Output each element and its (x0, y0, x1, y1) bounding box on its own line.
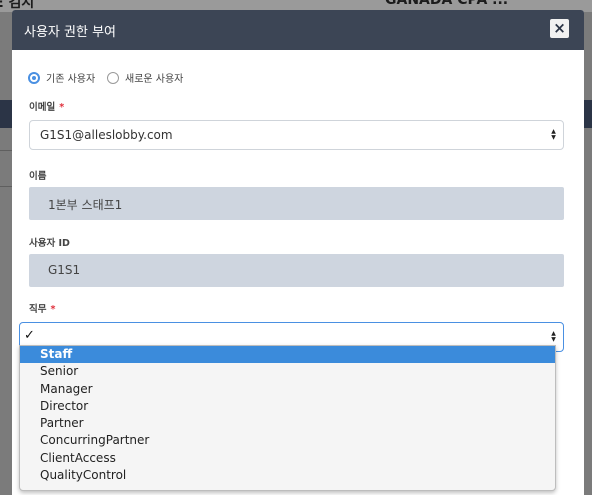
select-arrows-icon: ▲ ▼ (551, 330, 556, 343)
name-value: 1본부 스태프1 (48, 198, 123, 212)
email-label: 이메일 * (29, 99, 64, 113)
email-select[interactable]: G1S1@alleslobby.com ▲ ▼ (29, 120, 564, 150)
role-option-director[interactable]: Director (20, 398, 555, 415)
role-label: 직무 * (29, 301, 55, 315)
role-label-text: 직무 (29, 304, 47, 315)
name-label: 이름 (29, 171, 47, 182)
close-button[interactable]: × (550, 19, 569, 38)
role-option-staff[interactable]: Staff (20, 346, 555, 364)
background-heading-right: GANADA CPA ... (385, 0, 509, 8)
email-select-value: G1S1@alleslobby.com (40, 128, 173, 142)
email-label-text: 이메일 (29, 102, 56, 113)
radio-unselected-icon (107, 71, 119, 84)
radio-new-user[interactable]: 새로운 사용자 (107, 70, 183, 85)
role-option-partner[interactable]: Partner (20, 415, 555, 432)
modal-title: 사용자 권한 부여 (24, 25, 116, 40)
background-table-header-right (583, 100, 592, 128)
role-dropdown-list: Staff Senior Manager Director Partner Co… (19, 345, 556, 492)
role-option-concurring-partner[interactable]: ConcurringPartner (20, 432, 555, 449)
user-id-value: G1S1 (48, 263, 81, 277)
user-id-field: G1S1 (29, 254, 564, 287)
required-mark: * (50, 304, 56, 315)
select-arrows-icon: ▲ ▼ (551, 128, 556, 141)
radio-existing-user[interactable]: 기존 사용자 (28, 70, 95, 85)
name-field: 1본부 스태프1 (29, 187, 564, 220)
radio-existing-user-label: 기존 사용자 (46, 74, 96, 85)
modal-header: 사용자 권한 부여 × (12, 10, 584, 50)
role-option-senior[interactable]: Senior (20, 363, 555, 380)
radio-selected-icon (28, 71, 40, 84)
close-icon: × (553, 19, 566, 37)
role-option-client-access[interactable]: ClientAccess (20, 450, 555, 467)
required-mark: * (59, 102, 65, 113)
radio-new-user-label: 새로운 사용자 (125, 74, 184, 85)
user-id-label: 사용자 ID (29, 238, 70, 249)
checkmark-icon: ✓ (24, 328, 35, 343)
role-option-quality-control[interactable]: QualityControl (20, 467, 555, 484)
role-option-manager[interactable]: Manager (20, 381, 555, 398)
